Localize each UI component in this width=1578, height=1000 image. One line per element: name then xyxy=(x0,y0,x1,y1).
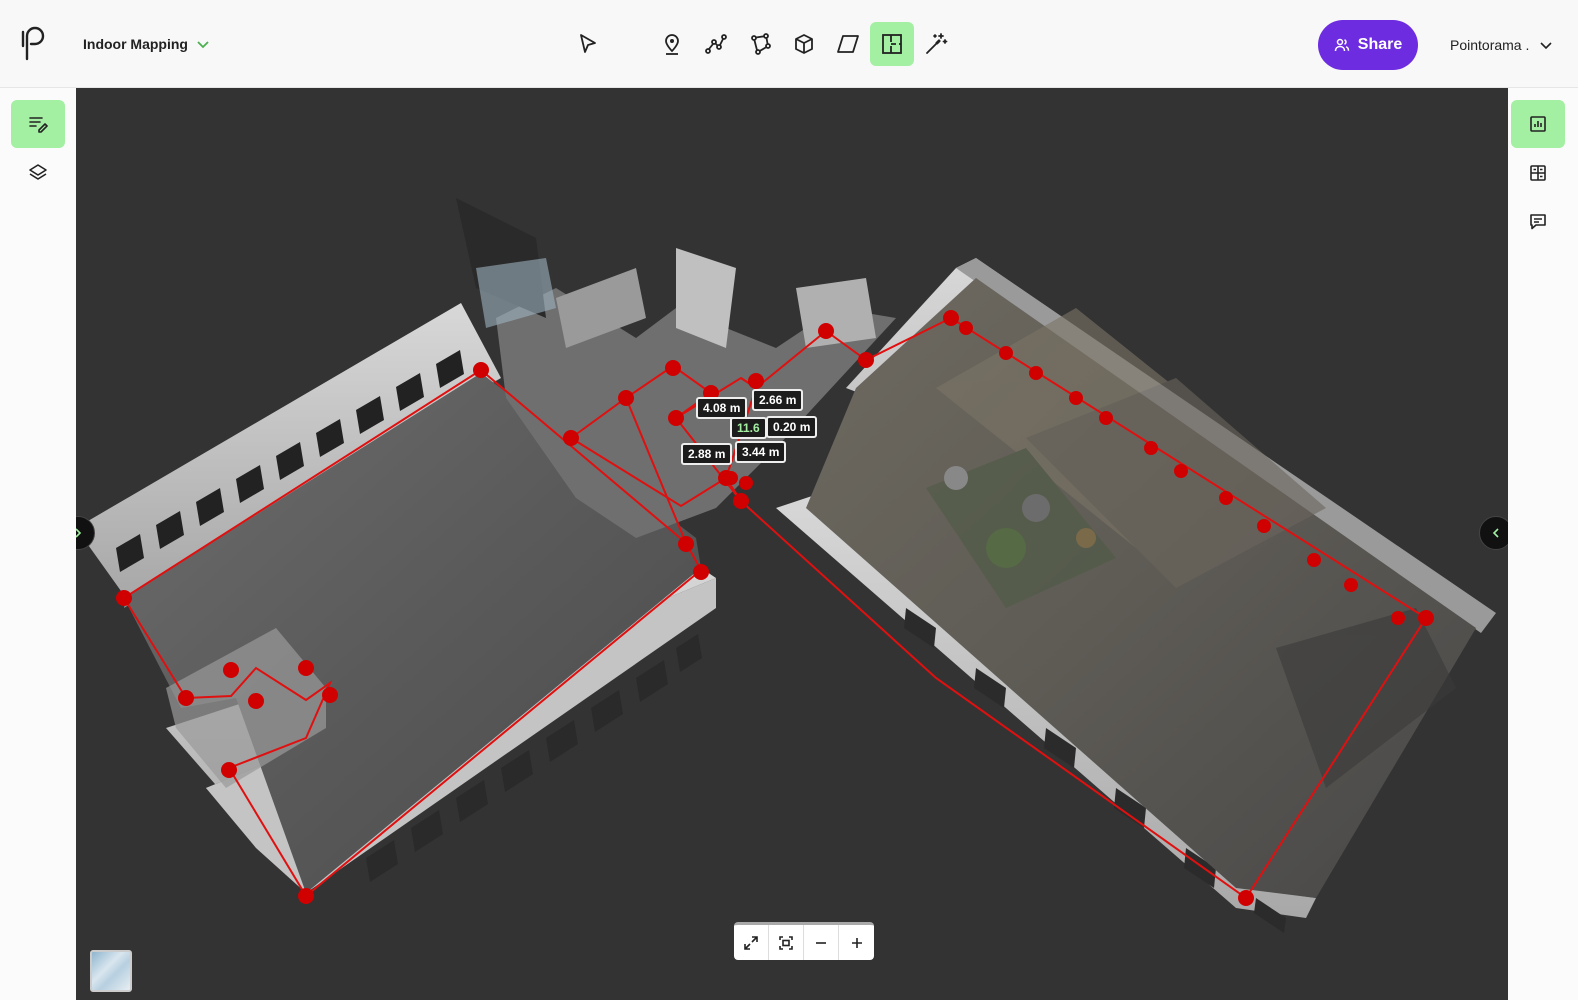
measurement-label[interactable]: 4.08 m xyxy=(696,397,748,419)
user-menu[interactable]: Pointorama . xyxy=(1450,37,1553,53)
measurement-label[interactable]: 2.88 m xyxy=(681,443,733,465)
area-label[interactable]: 11.6 xyxy=(730,417,767,439)
chevron-left-icon xyxy=(1492,528,1499,538)
chevron-down-icon xyxy=(1540,42,1552,50)
expand-right-panel-button[interactable] xyxy=(1479,516,1508,550)
zoom-out-button[interactable] xyxy=(804,925,839,960)
expand-icon xyxy=(744,935,758,950)
point-cloud-scene[interactable] xyxy=(76,88,1508,1000)
minimap-thumbnail[interactable] xyxy=(90,950,132,992)
layers-icon xyxy=(29,164,47,180)
share-label: Share xyxy=(1357,36,1403,53)
floor-plan-tool-button[interactable] xyxy=(870,22,914,66)
select-tool-button[interactable] xyxy=(566,22,610,66)
point-cloud-viewport[interactable]: 4.08 m 2.66 m 11.6 0.20 m 2.88 m 3.44 m xyxy=(76,88,1508,1000)
polyline-icon xyxy=(705,34,727,54)
plane-tool-button[interactable] xyxy=(826,22,870,66)
chevron-right-icon xyxy=(76,528,82,538)
chevron-down-icon xyxy=(197,41,209,49)
right-sidebar xyxy=(1508,88,1578,1000)
share-button[interactable]: Share xyxy=(1318,20,1418,70)
comment-icon xyxy=(1530,214,1546,230)
project-selector[interactable]: Indoor Mapping xyxy=(83,36,210,52)
box-tool-button[interactable] xyxy=(782,22,826,66)
table-panel-button[interactable] xyxy=(1511,149,1565,197)
calculator-icon xyxy=(1530,165,1546,181)
floor-plan-icon xyxy=(882,34,902,54)
minus-icon xyxy=(816,941,826,944)
bar-chart-icon xyxy=(1530,116,1546,132)
statistics-panel-button[interactable] xyxy=(1511,100,1565,148)
polygon-tool-button[interactable] xyxy=(738,22,782,66)
top-bar: Indoor Mapping Share Pointorama . xyxy=(0,0,1578,88)
zoom-in-button[interactable] xyxy=(839,925,874,960)
point-tool-button[interactable] xyxy=(650,22,694,66)
project-name: Indoor Mapping xyxy=(83,36,188,52)
plus-icon xyxy=(851,937,862,948)
users-icon xyxy=(1334,38,1350,52)
location-pin-icon xyxy=(665,34,679,55)
annotations-panel-button[interactable] xyxy=(11,100,65,148)
cube-icon xyxy=(795,34,813,54)
measurement-label[interactable]: 2.66 m xyxy=(752,389,804,411)
tool-group xyxy=(566,22,958,66)
app-logo-icon[interactable] xyxy=(18,26,50,62)
cursor-icon xyxy=(580,34,596,53)
plane-icon xyxy=(837,35,859,53)
fit-view-button[interactable] xyxy=(769,925,804,960)
view-controls xyxy=(734,922,874,960)
magic-wand-icon xyxy=(926,33,948,54)
comments-panel-button[interactable] xyxy=(1511,198,1565,246)
auto-detect-tool-button[interactable] xyxy=(914,22,958,66)
left-sidebar xyxy=(0,88,76,1000)
measurement-label[interactable]: 3.44 m xyxy=(735,441,787,463)
polyline-tool-button[interactable] xyxy=(694,22,738,66)
polygon-icon xyxy=(751,33,771,55)
edit-list-icon xyxy=(29,117,48,133)
user-name: Pointorama . xyxy=(1450,37,1530,53)
focus-icon xyxy=(779,935,793,950)
measurement-label[interactable]: 0.20 m xyxy=(766,416,818,438)
layers-panel-button[interactable] xyxy=(11,148,65,196)
fullscreen-button[interactable] xyxy=(734,925,769,960)
